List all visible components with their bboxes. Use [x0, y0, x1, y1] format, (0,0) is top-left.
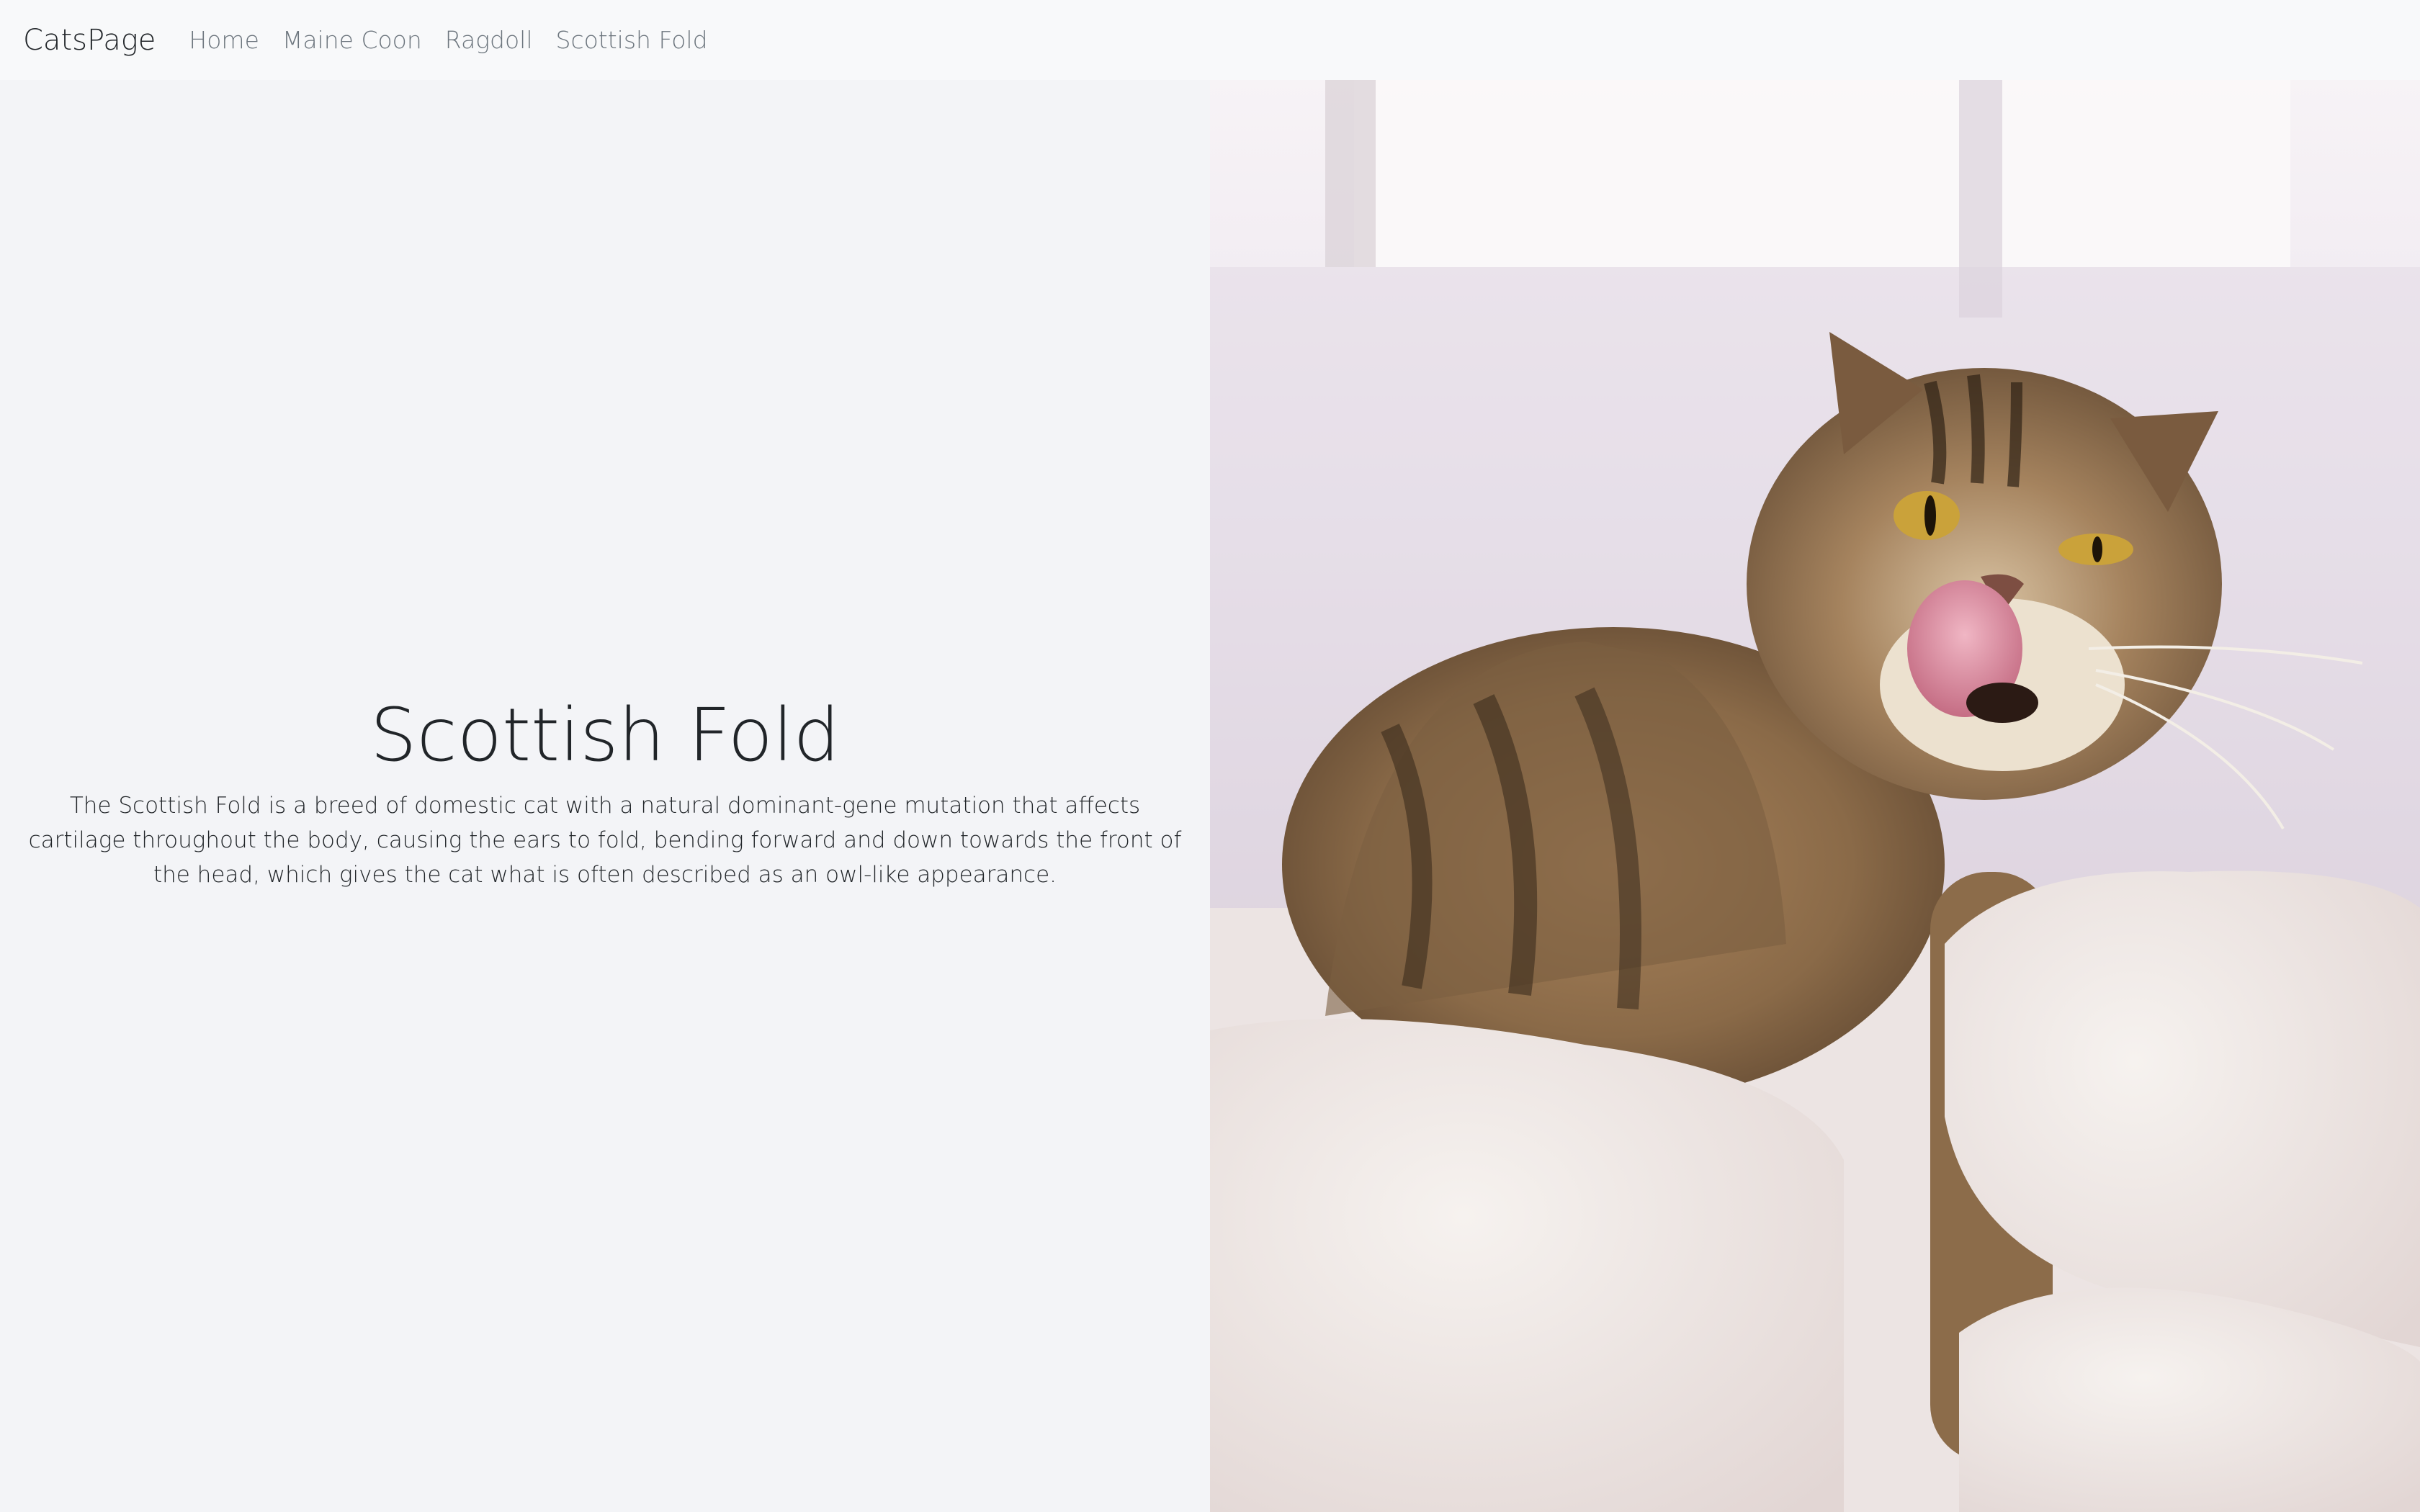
intro-panel: Scottish Fold The Scottish Fold is a bre… — [0, 80, 1210, 1512]
nav-link-scottish-fold[interactable]: Scottish Fold — [556, 26, 708, 54]
page-title: Scottish Fold — [369, 693, 841, 778]
nav-link-maine-coon[interactable]: Maine Coon — [282, 26, 422, 54]
brand-link[interactable]: CatsPage — [23, 24, 156, 57]
navbar: CatsPage Home Maine Coon Ragdoll Scottis… — [0, 0, 2420, 80]
nav-link-home[interactable]: Home — [189, 26, 259, 54]
nav-link-ragdoll[interactable]: Ragdoll — [445, 26, 533, 54]
intro-content: Scottish Fold The Scottish Fold is a bre… — [0, 692, 1210, 892]
breed-description: The Scottish Fold is a breed of domestic… — [28, 793, 1182, 888]
cat-photo-panel — [1210, 80, 2420, 1512]
cat-photo — [1210, 80, 2420, 1512]
